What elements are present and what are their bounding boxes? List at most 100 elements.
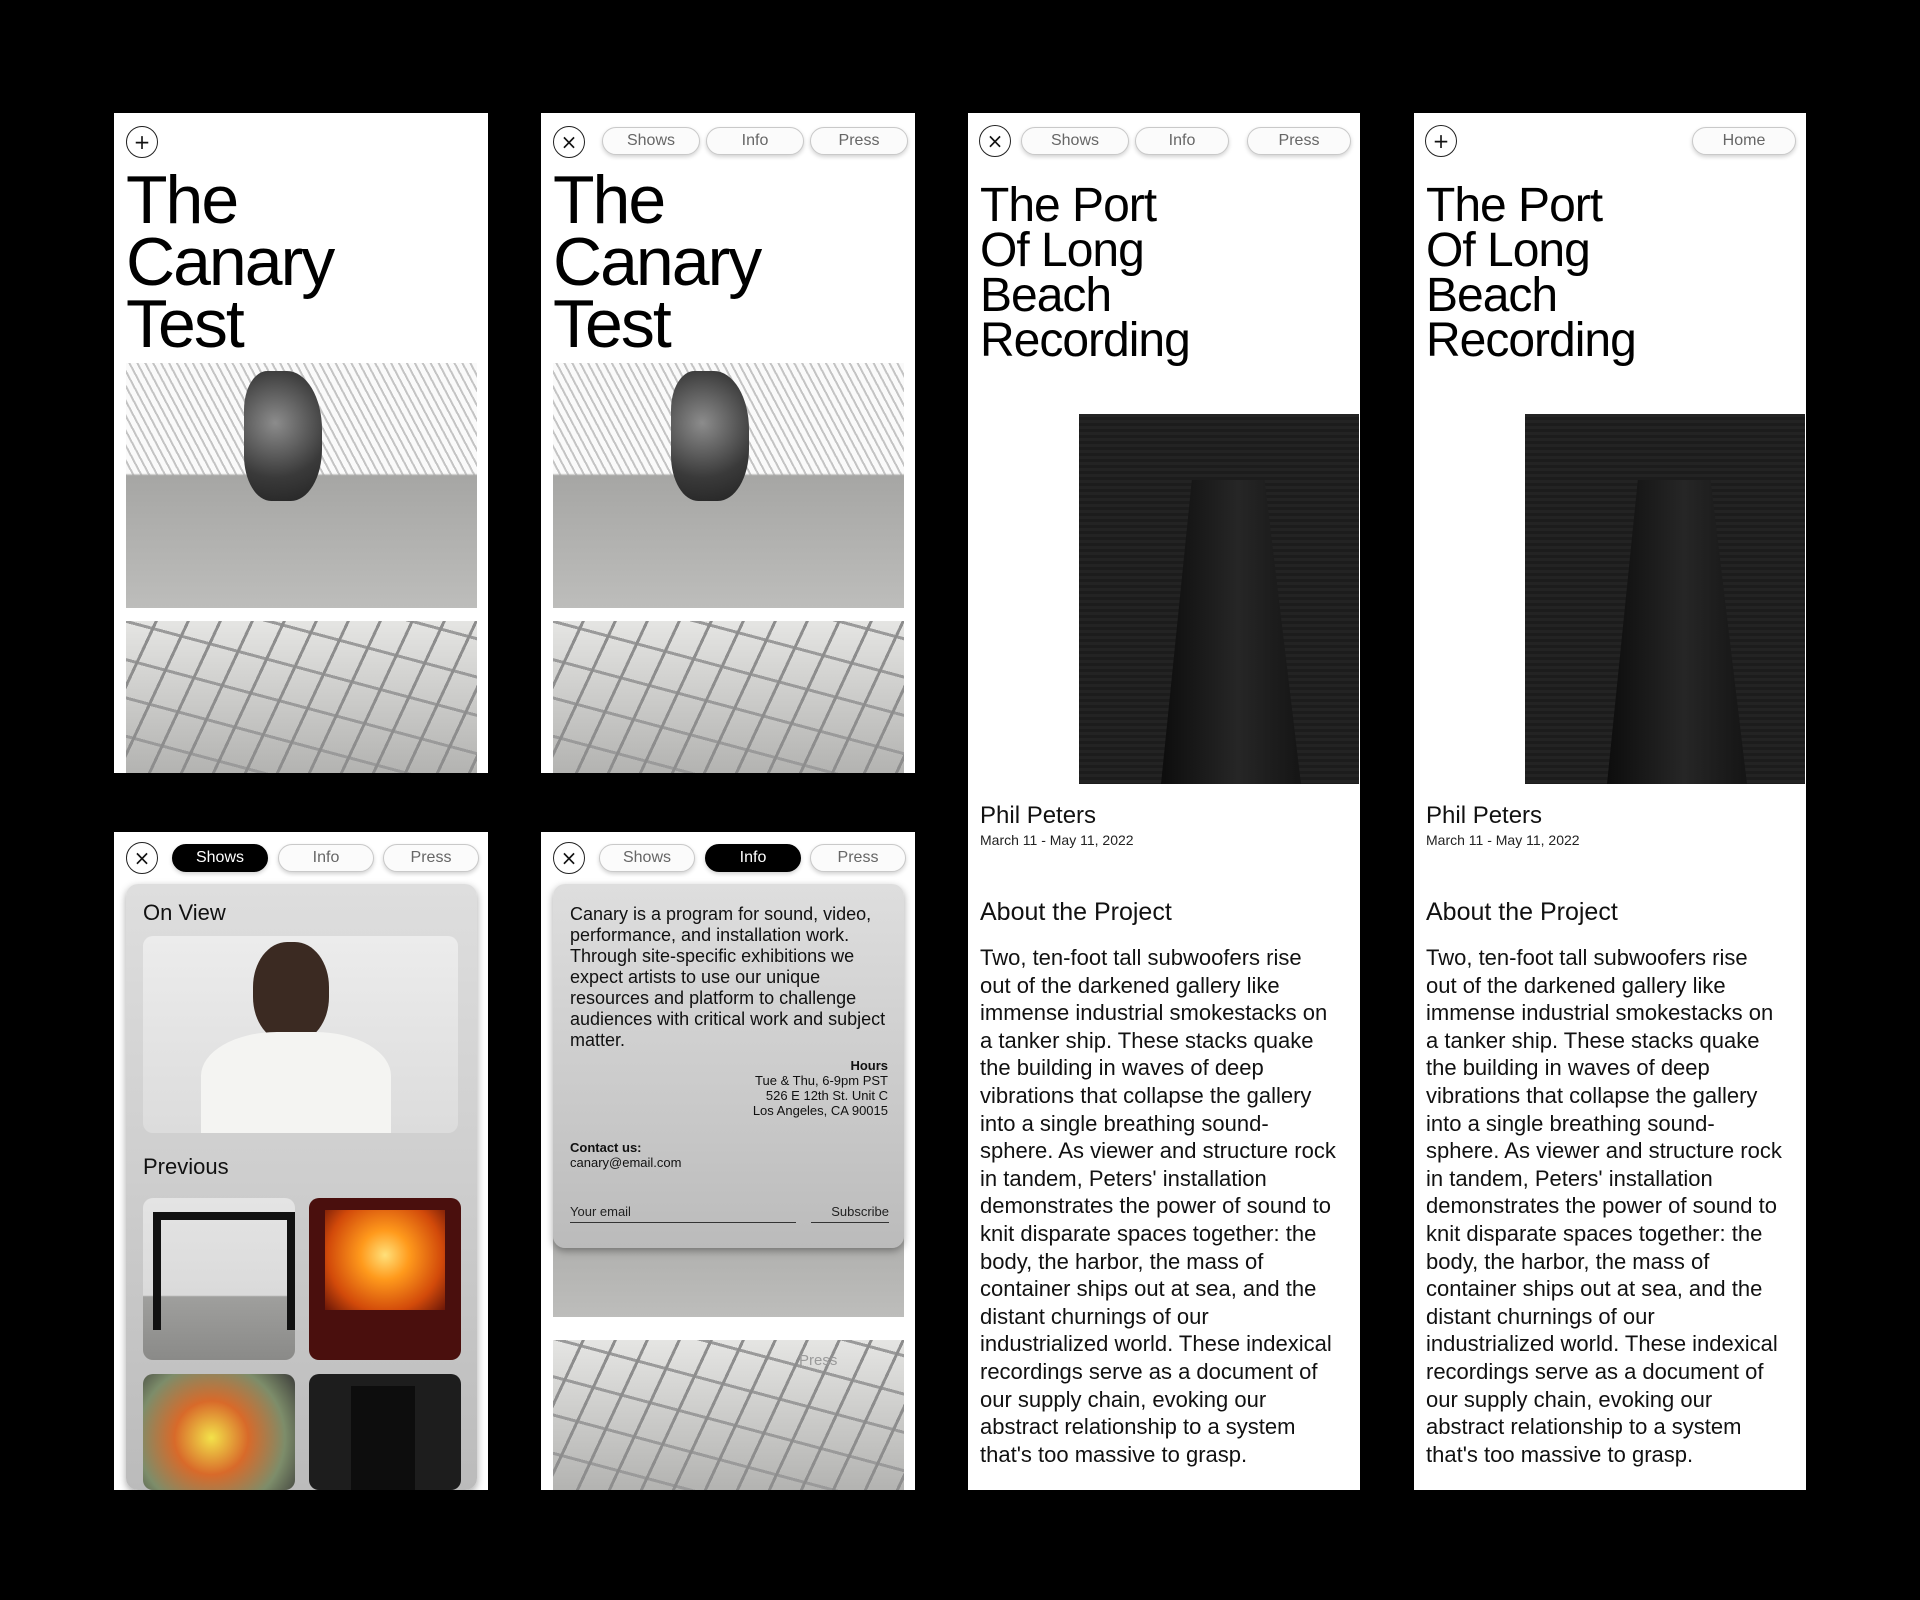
nav-press-button[interactable]: Press bbox=[1247, 127, 1351, 155]
about-line: demonstrates the power of sound to bbox=[1426, 1193, 1777, 1219]
previous-show-card[interactable] bbox=[143, 1198, 295, 1360]
exhibition-photo-scaffold bbox=[126, 621, 477, 773]
exhibition-photo-scaffold: Press bbox=[553, 1340, 904, 1490]
close-icon[interactable]: × bbox=[553, 842, 585, 874]
about-line: vibrations that collapse the gallery bbox=[980, 1082, 1312, 1108]
subscribe-button[interactable]: Subscribe bbox=[811, 1202, 889, 1223]
about-line: distant churnings of our bbox=[1426, 1303, 1655, 1329]
about-line: abstract relationship to a system bbox=[980, 1414, 1296, 1440]
email-placeholder: Your email bbox=[570, 1204, 631, 1219]
info-panel: Canary is a program for sound, video, pe… bbox=[553, 884, 904, 1248]
about-line: that's too massive to grasp. bbox=[980, 1441, 1248, 1467]
exhibition-photo-corridor bbox=[126, 363, 477, 608]
artist-portrait-head bbox=[253, 942, 329, 1042]
about-line: industrialized world. These indexical bbox=[1426, 1331, 1778, 1357]
title-line: Canary bbox=[553, 224, 762, 300]
about-line: sphere. As viewer and structure rock bbox=[980, 1138, 1336, 1164]
nav-info-button[interactable]: Info bbox=[1135, 127, 1229, 155]
close-icon[interactable]: × bbox=[979, 125, 1011, 157]
page-title: The Canary Test bbox=[126, 162, 335, 362]
about-line: sphere. As viewer and structure rock bbox=[1426, 1138, 1782, 1164]
about-line: body, the harbor, the mass of bbox=[1426, 1248, 1710, 1274]
about-line: container ships out at sea, and the bbox=[980, 1276, 1317, 1302]
gallows-sculpture bbox=[153, 1212, 295, 1330]
exhibition-dates: March 11 - May 11, 2022 bbox=[1426, 832, 1580, 848]
title-line: The bbox=[553, 162, 666, 238]
about-line: body, the harbor, the mass of bbox=[980, 1248, 1264, 1274]
on-view-show-card[interactable] bbox=[143, 936, 458, 1133]
previous-show-card[interactable] bbox=[309, 1198, 461, 1360]
nav-info-button[interactable]: Info bbox=[705, 844, 801, 872]
nav-info-button[interactable]: Info bbox=[278, 844, 374, 872]
contact-block: Contact us: canary@email.com bbox=[570, 1140, 681, 1170]
press-ghost-label: Press bbox=[799, 1352, 838, 1369]
plus-icon[interactable]: + bbox=[126, 126, 158, 158]
about-line: abstract relationship to a system bbox=[1426, 1414, 1742, 1440]
previous-show-card[interactable] bbox=[309, 1374, 461, 1490]
screen-canary-home: + The Canary Test bbox=[114, 113, 488, 773]
artist-name: Phil Peters bbox=[980, 802, 1097, 829]
nav-press-button[interactable]: Press bbox=[810, 127, 908, 155]
title-line: The Port bbox=[1426, 179, 1603, 232]
artist-name: Phil Peters bbox=[1426, 802, 1543, 829]
about-line: out of the darkened gallery like bbox=[980, 972, 1280, 998]
installation-photo bbox=[1079, 414, 1359, 784]
on-view-heading: On View bbox=[143, 900, 226, 925]
close-icon[interactable]: × bbox=[553, 126, 585, 158]
about-line: immense industrial smokestacks on bbox=[980, 1000, 1328, 1026]
home-button[interactable]: Home bbox=[1692, 127, 1796, 155]
plus-icon[interactable]: + bbox=[1425, 125, 1457, 157]
about-heading: About the Project bbox=[1426, 898, 1618, 926]
about-line: that's too massive to grasp. bbox=[1426, 1441, 1694, 1467]
close-icon[interactable]: × bbox=[126, 842, 158, 874]
about-line: into a single breathing sound- bbox=[980, 1110, 1269, 1136]
email-input[interactable]: Your email bbox=[570, 1202, 796, 1223]
title-line: The bbox=[126, 162, 239, 238]
title-line: Beach bbox=[980, 269, 1112, 322]
exhibition-dates: March 11 - May 11, 2022 bbox=[980, 832, 1134, 848]
about-body: Two, ten-foot tall subwoofers rise out o… bbox=[980, 944, 1356, 1468]
nav-shows-button[interactable]: Shows bbox=[602, 127, 700, 155]
about-line: a tanker ship. These stacks quake bbox=[980, 1027, 1314, 1053]
page-title: The Port Of Long Beach Recording bbox=[1426, 179, 1637, 367]
about-line: knit disparate spaces together: the bbox=[980, 1220, 1317, 1246]
sculpture-rocks bbox=[244, 371, 322, 501]
nav-press-button[interactable]: Press bbox=[810, 844, 906, 872]
subwoofer-tower bbox=[1161, 480, 1301, 784]
previous-heading: Previous bbox=[143, 1154, 229, 1179]
about-line: our supply chain, evoking our bbox=[980, 1386, 1267, 1412]
about-line: distant churnings of our bbox=[980, 1303, 1209, 1329]
previous-show-card[interactable] bbox=[143, 1374, 295, 1490]
sculpture-rocks bbox=[671, 371, 749, 501]
about-line: vibrations that collapse the gallery bbox=[1426, 1082, 1758, 1108]
subwoofer-tower bbox=[1607, 480, 1747, 784]
contact-label: Contact us: bbox=[570, 1140, 642, 1155]
sun-video-projection bbox=[325, 1210, 445, 1310]
about-line: a tanker ship. These stacks quake bbox=[1426, 1027, 1760, 1053]
about-line: demonstrates the power of sound to bbox=[980, 1193, 1331, 1219]
shows-panel: On View Previous bbox=[126, 884, 477, 1490]
contact-email[interactable]: canary@email.com bbox=[570, 1155, 681, 1170]
nav-press-button[interactable]: Press bbox=[383, 844, 479, 872]
hours-line: Los Angeles, CA 90015 bbox=[752, 1103, 888, 1118]
page-title: The Canary Test bbox=[553, 162, 762, 358]
about-line: Two, ten-foot tall subwoofers rise bbox=[980, 945, 1302, 970]
screen-project-menu: × Shows Info Press The Port Of Long Beac… bbox=[968, 113, 1360, 1490]
title-line: The Port bbox=[980, 179, 1157, 232]
speaker-tower bbox=[351, 1386, 415, 1490]
title-line: Test bbox=[126, 286, 245, 362]
about-line: industrialized world. These indexical bbox=[980, 1331, 1332, 1357]
about-line: recordings serve as a document of bbox=[1426, 1358, 1764, 1384]
nav-info-button[interactable]: Info bbox=[706, 127, 804, 155]
about-line: Two, ten-foot tall subwoofers rise bbox=[1426, 945, 1748, 970]
title-line: Recording bbox=[1426, 314, 1637, 367]
about-heading: About the Project bbox=[980, 898, 1172, 926]
nav-shows-button[interactable]: Shows bbox=[1021, 127, 1129, 155]
about-line: the building in waves of deep bbox=[980, 1055, 1264, 1081]
nav-shows-button[interactable]: Shows bbox=[172, 844, 268, 872]
screen-canary-menu: × Shows Info Press The Canary Test bbox=[541, 113, 915, 773]
nav-shows-button[interactable]: Shows bbox=[599, 844, 695, 872]
about-line: immense industrial smokestacks on bbox=[1426, 1000, 1774, 1026]
title-line: Of Long bbox=[980, 224, 1145, 277]
about-line: in tandem, Peters' installation bbox=[1426, 1165, 1713, 1191]
